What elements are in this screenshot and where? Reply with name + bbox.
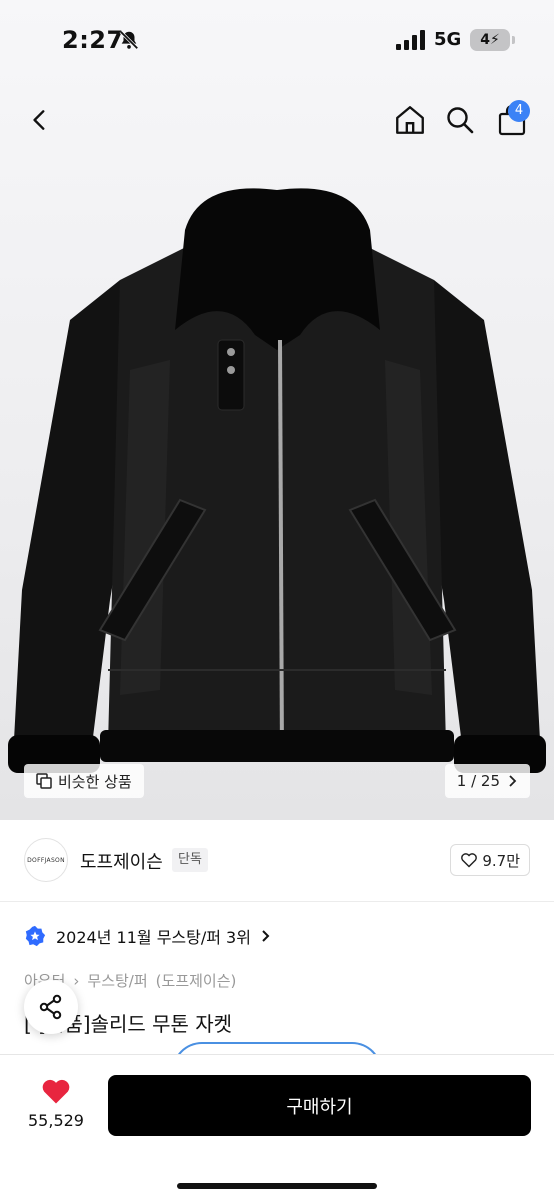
status-time: 2:27 [62, 26, 124, 54]
exclusive-badge: 단독 [172, 848, 208, 872]
share-icon [39, 994, 62, 1020]
copy-icon [36, 773, 52, 789]
heart-filled-icon [42, 1079, 70, 1104]
chevron-right-icon [262, 930, 270, 942]
page-indicator-text: 1 / 25 [456, 772, 500, 790]
similar-products-label: 비슷한 상품 [58, 772, 132, 791]
share-button[interactable] [24, 980, 78, 1034]
home-button[interactable] [388, 98, 432, 142]
breadcrumb-separator-icon: › [73, 971, 80, 990]
chevron-right-icon [509, 775, 517, 787]
wishlist-button[interactable]: 55,529 [24, 1077, 88, 1137]
image-page-indicator[interactable]: 1 / 25 [444, 764, 530, 798]
wishlist-count: 55,529 [28, 1111, 84, 1130]
purchase-bar: 55,529 구매하기 [0, 1054, 554, 1200]
status-bar: 2:27 5G 4⚡ [0, 0, 554, 84]
rank-badge-icon [25, 925, 46, 947]
back-button[interactable] [18, 98, 62, 142]
ranking-link[interactable]: 2024년 11월 무스탕/퍼 3위 [24, 924, 271, 948]
brand-like-button[interactable]: 9.7만 [450, 844, 530, 876]
search-icon [447, 107, 474, 134]
product-image-gallery[interactable]: 2:27 5G 4⚡ 4 비슷한 상품 1 / 25 [0, 0, 554, 820]
ranking-text: 2024년 11월 무스탕/퍼 3위 [56, 928, 251, 947]
home-icon [396, 106, 424, 134]
battery-level: 4 [480, 32, 490, 48]
brand-logo[interactable]: DOFFJASON [24, 838, 68, 882]
brand-logo-text: DOFFJASON [27, 857, 65, 864]
heart-outline-icon [461, 853, 478, 868]
similar-products-button[interactable]: 비슷한 상품 [24, 764, 144, 798]
brand-name[interactable]: 도프제이슨 [80, 848, 163, 874]
brand-row: DOFFJASON 도프제이슨 단독 9.7만 [0, 820, 554, 902]
search-button[interactable] [438, 98, 482, 142]
product-photo[interactable] [0, 170, 554, 790]
cellular-signal-icon [396, 30, 425, 50]
chevron-left-icon [33, 110, 45, 130]
home-indicator [177, 1183, 377, 1189]
buy-button[interactable]: 구매하기 [108, 1075, 531, 1136]
battery-icon: 4⚡ [470, 29, 515, 51]
breadcrumb-item[interactable]: 무스탕/퍼 [87, 970, 147, 991]
cart-count-badge: 4 [508, 100, 530, 122]
breadcrumb-item[interactable]: (도프제이슨) [156, 970, 237, 991]
network-type: 5G [434, 29, 462, 50]
bell-slash-icon [119, 30, 139, 50]
brand-like-count: 9.7만 [482, 851, 520, 870]
